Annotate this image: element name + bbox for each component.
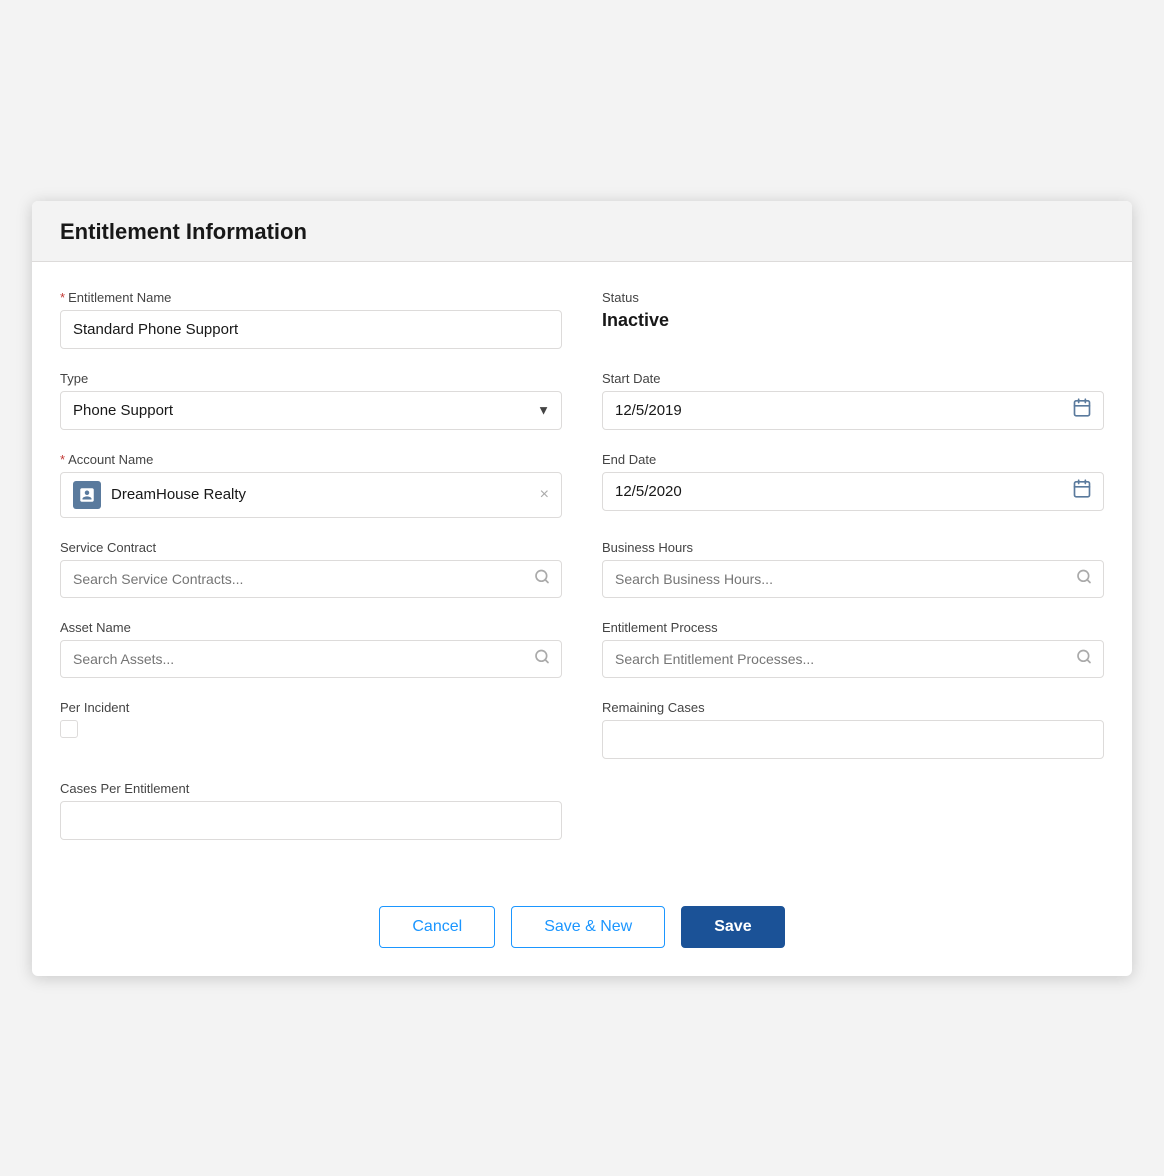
entitlement-process-group: Entitlement Process	[602, 620, 1104, 678]
remaining-cases-input[interactable]	[602, 720, 1104, 759]
service-contract-wrapper	[60, 560, 562, 598]
business-hours-wrapper	[602, 560, 1104, 598]
account-clear-icon[interactable]: ×	[540, 487, 549, 503]
cases-per-entitlement-input[interactable]	[60, 801, 562, 840]
save-new-button[interactable]: Save & New	[511, 906, 665, 948]
required-star: *	[60, 290, 65, 305]
type-label: Type	[60, 371, 562, 386]
entitlement-process-wrapper	[602, 640, 1104, 678]
start-date-input[interactable]	[602, 391, 1104, 430]
per-incident-checkbox-group	[60, 720, 562, 738]
required-star-account: *	[60, 452, 65, 467]
per-incident-label: Per Incident	[60, 700, 562, 715]
asset-name-group: Asset Name	[60, 620, 562, 678]
account-field[interactable]: DreamHouse Realty ×	[60, 472, 562, 518]
cancel-button[interactable]: Cancel	[379, 906, 495, 948]
end-date-wrapper	[602, 472, 1104, 511]
account-name-value: DreamHouse Realty	[111, 486, 530, 503]
remaining-cases-group: Remaining Cases	[602, 700, 1104, 759]
service-contract-label: Service Contract	[60, 540, 562, 555]
cases-per-entitlement-label: Cases Per Entitlement	[60, 781, 562, 796]
remaining-cases-label: Remaining Cases	[602, 700, 1104, 715]
business-hours-group: Business Hours	[602, 540, 1104, 598]
type-select-wrapper: Phone Support Web Support Email Support …	[60, 391, 562, 430]
end-date-input[interactable]	[602, 472, 1104, 511]
asset-name-wrapper	[60, 640, 562, 678]
status-group: Status Inactive	[602, 290, 1104, 349]
per-incident-checkbox[interactable]	[60, 720, 78, 738]
start-date-group: Start Date	[602, 371, 1104, 430]
type-group: Type Phone Support Web Support Email Sup…	[60, 371, 562, 430]
modal-footer: Cancel Save & New Save	[32, 882, 1132, 976]
entitlement-process-input[interactable]	[602, 640, 1104, 678]
entitlement-name-group: * Entitlement Name	[60, 290, 562, 349]
account-name-label: * Account Name	[60, 452, 562, 467]
asset-name-input[interactable]	[60, 640, 562, 678]
modal-body: * Entitlement Name Status Inactive Type …	[32, 262, 1132, 882]
cases-per-entitlement-group: Cases Per Entitlement	[60, 781, 562, 840]
status-value: Inactive	[602, 310, 1104, 331]
business-hours-label: Business Hours	[602, 540, 1104, 555]
entitlement-name-input[interactable]	[60, 310, 562, 349]
service-contract-group: Service Contract	[60, 540, 562, 598]
business-hours-input[interactable]	[602, 560, 1104, 598]
type-select[interactable]: Phone Support Web Support Email Support	[60, 391, 562, 430]
account-name-group: * Account Name DreamHouse Realty ×	[60, 452, 562, 518]
entitlement-process-label: Entitlement Process	[602, 620, 1104, 635]
entitlement-name-label: * Entitlement Name	[60, 290, 562, 305]
asset-name-label: Asset Name	[60, 620, 562, 635]
modal-header: Entitlement Information	[32, 201, 1132, 262]
modal-title: Entitlement Information	[60, 219, 1104, 245]
entitlement-modal: Entitlement Information * Entitlement Na…	[32, 201, 1132, 976]
start-date-wrapper	[602, 391, 1104, 430]
per-incident-group: Per Incident	[60, 700, 562, 759]
service-contract-input[interactable]	[60, 560, 562, 598]
end-date-label: End Date	[602, 452, 1104, 467]
start-date-label: Start Date	[602, 371, 1104, 386]
save-button[interactable]: Save	[681, 906, 784, 948]
form-grid: * Entitlement Name Status Inactive Type …	[60, 290, 1104, 862]
account-icon	[73, 481, 101, 509]
status-label: Status	[602, 290, 1104, 305]
end-date-group: End Date	[602, 452, 1104, 518]
